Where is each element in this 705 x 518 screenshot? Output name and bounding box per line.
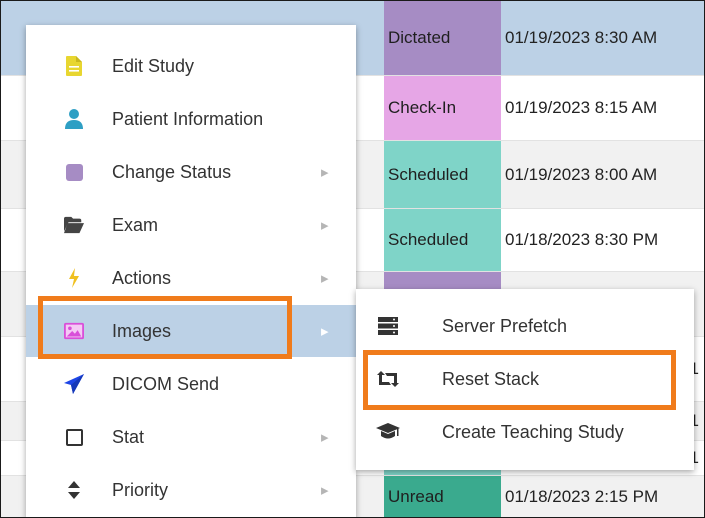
status-cell: Scheduled [384,209,501,271]
graduation-cap-icon [376,422,400,442]
chevron-right-icon: ▸ [321,164,329,181]
user-icon [64,109,84,129]
menu-item-label: Edit Study [112,55,195,76]
file-icon [64,56,84,76]
menu-item-actions[interactable]: Actions ▸ [26,252,356,304]
submenu-item-label: Server Prefetch [442,315,568,336]
menu-item-label: Change Status [112,161,232,182]
chevron-right-icon: ▸ [321,429,329,446]
menu-item-label: Actions [112,267,172,288]
menu-item-exam[interactable]: Exam ▸ [26,199,356,251]
datetime-cell: 01/18/2023 8:30 PM [505,230,659,249]
status-cell: Check-In [384,76,501,140]
menu-item-patient-information[interactable]: Patient Information [26,93,356,145]
sort-icon [64,480,84,500]
checkbox-icon [64,427,84,447]
submenu-item-label: Reset Stack [442,368,540,389]
menu-item-label: Patient Information [112,108,264,129]
server-icon [376,316,400,336]
status-cell: Dictated [384,1,501,75]
menu-item-priority[interactable]: Priority ▸ [26,464,356,516]
chevron-right-icon: ▸ [321,482,329,499]
menu-item-label: Images [112,320,172,341]
datetime-cell: 01/18/2023 2:15 PM [505,486,659,506]
chevron-right-icon: ▸ [321,270,329,287]
menu-item-label: Stat [112,426,145,447]
submenu-item-create-teaching-study[interactable]: Create Teaching Study [356,406,694,458]
datetime-cell: 01/19/2023 8:15 AM [505,98,658,117]
paper-plane-icon [64,374,84,394]
menu-item-edit-study[interactable]: Edit Study [26,40,356,92]
menu-item-label: DICOM Send [112,373,220,394]
menu-item-stat[interactable]: Stat ▸ [26,411,356,463]
menu-item-change-status[interactable]: Change Status ▸ [26,146,356,198]
status-cell: Unread [384,476,501,517]
submenu-item-label: Create Teaching Study [442,421,624,442]
retweet-icon [376,369,400,389]
menu-item-label: Priority [112,479,169,500]
bolt-icon [64,268,84,288]
menu-item-images[interactable]: Images ▸ [26,305,356,357]
images-submenu: Server Prefetch Reset Stack Create Teach… [356,289,694,470]
chevron-right-icon: ▸ [321,217,329,234]
image-icon [64,321,84,341]
datetime-cell: 01/19/2023 8:00 AM [505,164,658,184]
chevron-right-icon: ▸ [321,323,329,340]
status-cell: Scheduled [384,141,501,208]
submenu-item-server-prefetch[interactable]: Server Prefetch [356,300,694,352]
context-menu: Edit Study Patient Information Change St… [26,25,356,518]
status-square-icon [64,162,84,182]
submenu-item-reset-stack[interactable]: Reset Stack [356,353,694,405]
menu-item-label: Exam [112,214,159,235]
folder-open-icon [64,215,84,235]
datetime-cell: 01/19/2023 8:30 AM [505,28,658,47]
menu-item-dicom-send[interactable]: DICOM Send [26,358,356,410]
